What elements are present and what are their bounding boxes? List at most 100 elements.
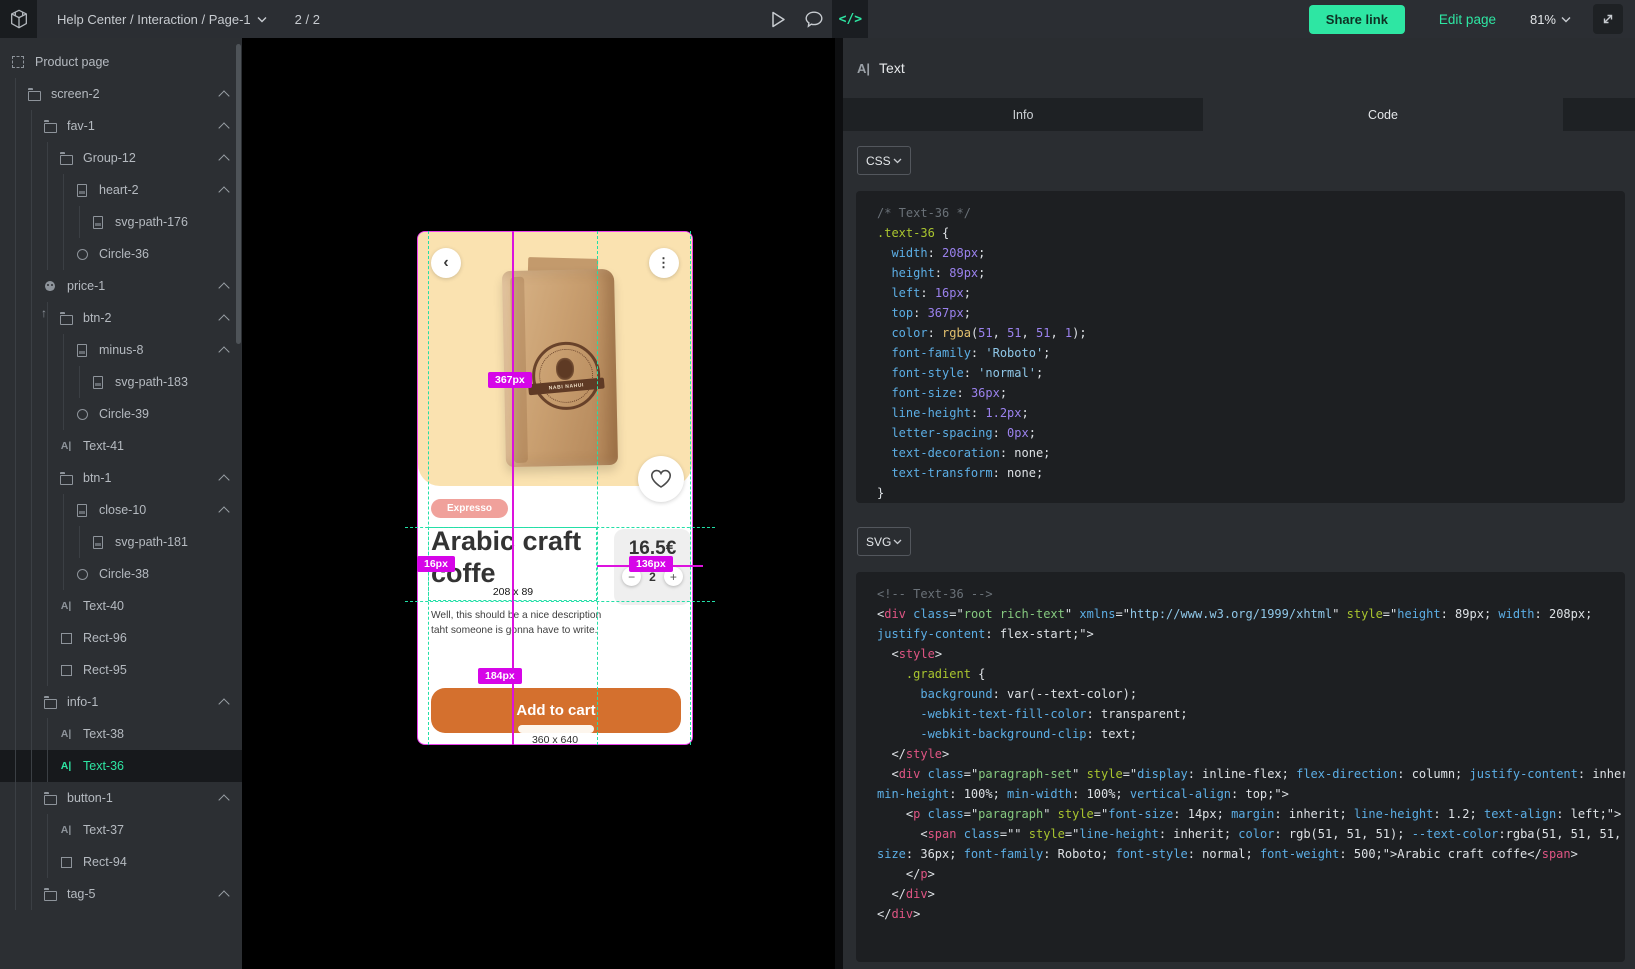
tree-item-label: heart-2 <box>99 183 139 197</box>
tree-item-text-38[interactable]: Text-38 <box>0 718 242 750</box>
chevron-up-icon[interactable] <box>218 474 229 485</box>
indent-guide <box>10 526 26 558</box>
tree-item-btn-1[interactable]: btn-1 <box>0 462 242 494</box>
chevron-up-icon[interactable] <box>218 154 229 165</box>
tree-item-rect-95[interactable]: Rect-95 <box>0 654 242 686</box>
comment-button[interactable] <box>796 0 832 38</box>
indent-guide <box>26 494 42 526</box>
tree-item-text-40[interactable]: Text-40 <box>0 590 242 622</box>
tree-item-label: Product page <box>35 55 109 69</box>
tab-info[interactable]: Info <box>843 98 1203 131</box>
svg-language-select[interactable]: SVG <box>857 527 911 556</box>
tree-item-info-1[interactable]: info-1 <box>0 686 242 718</box>
chevron-up-icon[interactable] <box>218 314 229 325</box>
chevron-up-icon[interactable] <box>218 282 229 293</box>
indent-guide <box>26 334 42 366</box>
tree-item-heart-2[interactable]: heart-2 <box>0 174 242 206</box>
chevron-up-icon[interactable] <box>218 90 229 101</box>
tree-item-minus-8[interactable]: minus-8 <box>0 334 242 366</box>
top-bar: Help Center / Interaction / Page-1 2 / 2… <box>0 0 1635 38</box>
tree-item-rect-96[interactable]: Rect-96 <box>0 622 242 654</box>
tree-item-btn-2[interactable]: btn-2 <box>0 302 242 334</box>
play-button[interactable] <box>760 0 796 38</box>
tree-item-close-10[interactable]: close-10 <box>0 494 242 526</box>
tree-item-text-41[interactable]: Text-41 <box>0 430 242 462</box>
code-line: <div class="root rich-text" xmlns="http:… <box>877 604 1615 624</box>
chevron-up-icon[interactable] <box>218 890 229 901</box>
tab-code[interactable]: Code <box>1203 98 1563 131</box>
indent-guide <box>26 558 42 590</box>
indent-guide <box>10 878 26 910</box>
indent-guide <box>10 558 26 590</box>
code-icon: </> <box>839 12 862 27</box>
tree-item-product page[interactable]: Product page <box>0 46 242 78</box>
guide-vertical-edge <box>690 231 691 745</box>
tree-item-fav-1[interactable]: fav-1 <box>0 110 242 142</box>
edit-page-link[interactable]: Edit page <box>1439 12 1496 27</box>
indent-guide <box>10 462 26 494</box>
chevron-down-icon <box>893 158 902 164</box>
tree-item-circle-39[interactable]: Circle-39 <box>0 398 242 430</box>
tree-item-tag-5[interactable]: tag-5 <box>0 878 242 910</box>
phone-frame: NABI NAHUI ‹ ⋮ Expresso Arabic craft cof… <box>417 231 693 745</box>
tree-item-price-1[interactable]: price-1 <box>0 270 242 302</box>
tree-item-text-37[interactable]: Text-37 <box>0 814 242 846</box>
tree-item-rect-94[interactable]: Rect-94 <box>0 846 242 878</box>
breadcrumb-text: Help Center / Interaction / Page-1 <box>57 12 251 27</box>
indent-guide <box>26 782 42 814</box>
code-line: <!-- Text-36 --> <box>877 584 1615 604</box>
folder-layer-icon <box>42 118 58 134</box>
code-mode-button[interactable]: </> <box>832 0 868 38</box>
css-language-select[interactable]: CSS <box>857 146 911 175</box>
chevron-up-icon[interactable] <box>218 794 229 805</box>
indent-guide <box>10 366 26 398</box>
tree-item-group-12[interactable]: Group-12 <box>0 142 242 174</box>
indent-guide <box>10 782 26 814</box>
tree-item-svg-path-181[interactable]: svg-path-181 <box>0 526 242 558</box>
more-menu-button[interactable]: ⋮ <box>649 248 679 278</box>
chevron-up-icon[interactable] <box>218 186 229 197</box>
indent-guide <box>10 142 26 174</box>
indent-guide <box>10 686 26 718</box>
code-line: /* Text-36 */ <box>877 203 1615 223</box>
chevron-up-icon[interactable] <box>218 698 229 709</box>
sidebar-scrollbar[interactable] <box>236 44 241 344</box>
indent-guide <box>26 686 42 718</box>
chevron-up-icon[interactable] <box>218 122 229 133</box>
home-indicator <box>518 725 594 733</box>
tree-item-label: Text-41 <box>83 439 124 453</box>
tree-item-button-1[interactable]: button-1 <box>0 782 242 814</box>
code-line: left: 16px; <box>877 283 1615 303</box>
tree-item-screen-2[interactable]: screen-2 <box>0 78 242 110</box>
description-line-2: taht someone is gonna have to write. <box>431 625 598 636</box>
chevron-up-icon[interactable] <box>218 506 229 517</box>
tree-item-label: Text-38 <box>83 727 124 741</box>
indent-guide <box>10 78 26 110</box>
code-line: } <box>877 483 1615 503</box>
breadcrumb[interactable]: Help Center / Interaction / Page-1 <box>57 12 267 27</box>
indent-guide <box>26 622 42 654</box>
description-line-1: Well, this should be a nice description <box>431 610 601 621</box>
share-link-button[interactable]: Share link <box>1309 5 1405 34</box>
zoom-level-control[interactable]: 81% <box>1530 12 1571 27</box>
back-button[interactable]: ‹ <box>431 248 461 278</box>
folder-layer-icon <box>42 790 58 806</box>
circle-layer-icon <box>74 246 90 262</box>
code-line: top: 367px; <box>877 303 1615 323</box>
tree-item-label: btn-1 <box>83 471 112 485</box>
tree-item-circle-36[interactable]: Circle-36 <box>0 238 242 270</box>
chevron-up-icon[interactable] <box>218 346 229 357</box>
app-logo[interactable] <box>0 0 37 38</box>
tree-item-svg-path-176[interactable]: svg-path-176 <box>0 206 242 238</box>
tree-item-svg-path-183[interactable]: svg-path-183 <box>0 366 242 398</box>
tree-item-label: tag-5 <box>67 887 96 901</box>
indent-guide <box>10 846 26 878</box>
fullscreen-button[interactable] <box>1593 4 1623 34</box>
tree-item-text-36[interactable]: Text-36 <box>0 750 242 782</box>
favorite-button[interactable] <box>638 456 684 502</box>
layer-tree: Product page screen-2fav-1Group-12 heart-2… <box>0 38 242 969</box>
inspector-tabs: Info Code <box>843 98 1635 131</box>
back-chevron-icon: ‹ <box>443 254 448 272</box>
indent-guide <box>58 174 74 206</box>
tree-item-circle-38[interactable]: Circle-38 <box>0 558 242 590</box>
